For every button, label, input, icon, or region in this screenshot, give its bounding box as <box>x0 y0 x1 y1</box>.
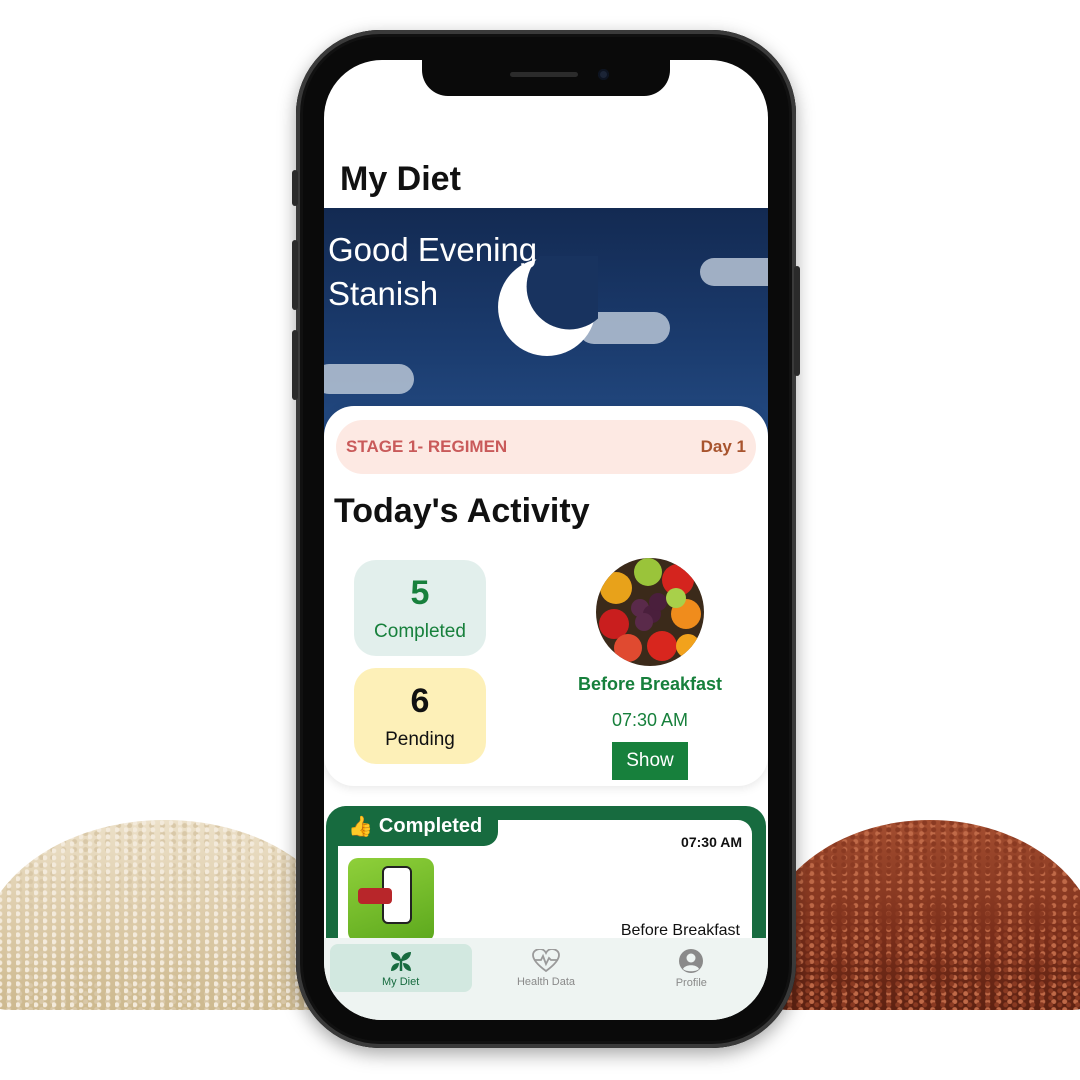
pending-count: 6 <box>410 681 430 720</box>
app-screen: My Diet Good Evening Stanish STAGE 1- RE… <box>324 60 768 1020</box>
bottom-nav: My Diet Health Data Profile <box>324 938 768 1020</box>
completed-label: Completed <box>374 620 466 642</box>
nav-health-data[interactable]: Health Data <box>475 944 617 992</box>
greeting-banner: Good Evening Stanish <box>324 208 768 438</box>
profile-icon <box>679 948 704 973</box>
nav-profile[interactable]: Profile <box>620 944 762 992</box>
greeting-line: Good Evening <box>328 231 538 268</box>
completed-tab-label: Completed <box>378 814 483 837</box>
nav-label: Health Data <box>516 975 576 988</box>
day-label: Day 1 <box>700 437 746 456</box>
activity-card: STAGE 1- REGIMEN Day 1 Today's Activity … <box>324 406 768 786</box>
mini-tag <box>358 888 392 904</box>
nav-my-diet[interactable]: My Diet <box>329 944 472 992</box>
activity-title: Today's Activity <box>334 492 590 530</box>
phone-frame: My Diet Good Evening Stanish STAGE 1- RE… <box>292 30 800 1048</box>
heart-pulse-icon <box>532 948 560 972</box>
camera <box>598 69 609 80</box>
pending-stat[interactable]: 6 Pending <box>354 668 486 764</box>
app-promo-thumbnail <box>348 858 434 942</box>
completed-time: 07:30 AM <box>681 834 742 850</box>
nav-label: Profile <box>675 976 707 989</box>
red-rice-pile <box>760 820 1080 1010</box>
thumbs-up-icon: 👍 <box>348 815 373 838</box>
user-name: Stanish <box>328 275 439 312</box>
completed-count: 5 <box>410 573 430 612</box>
mute-switch <box>292 170 298 206</box>
volume-down-button <box>292 330 298 400</box>
meal-image <box>596 558 704 666</box>
show-button[interactable]: Show <box>612 742 688 780</box>
stage-label: STAGE 1- REGIMEN <box>346 437 508 456</box>
notch <box>422 60 670 96</box>
volume-up-button <box>292 240 298 310</box>
greeting-text: Good Evening Stanish <box>328 228 537 316</box>
speaker <box>510 72 578 77</box>
cloud <box>324 364 414 394</box>
completed-stat[interactable]: 5 Completed <box>354 560 486 656</box>
stage-bar: STAGE 1- REGIMEN Day 1 <box>336 420 756 474</box>
page-title: My Diet <box>340 160 461 198</box>
meal-time: 07:30 AM <box>611 710 689 730</box>
completed-tab: 👍 Completed <box>328 806 498 846</box>
sprout-icon <box>390 951 411 971</box>
power-button <box>794 266 800 376</box>
nav-label: My Diet <box>382 975 420 988</box>
pending-label: Pending <box>385 728 455 750</box>
cloud <box>700 258 768 286</box>
meal-name: Before Breakfast <box>577 674 723 694</box>
